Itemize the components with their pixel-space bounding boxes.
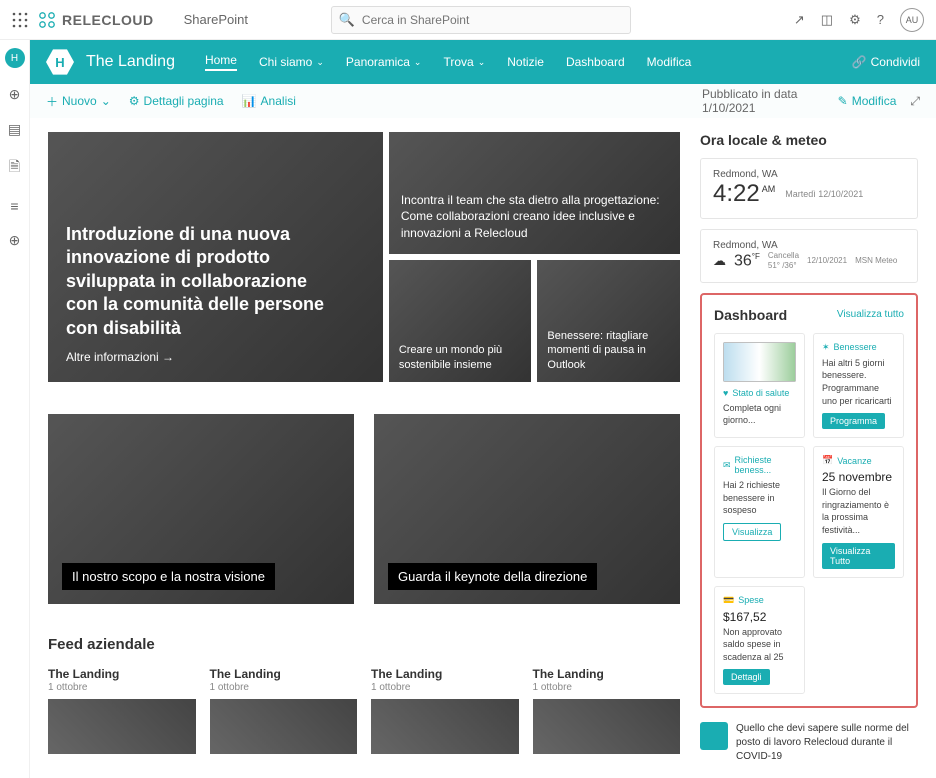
schedule-button[interactable]: Programma bbox=[822, 413, 885, 429]
nav-dashboard[interactable]: Dashboard bbox=[566, 53, 625, 71]
dashboard-widget: Dashboard Visualizza tutto ♥Stato di sal… bbox=[700, 293, 918, 709]
chevron-down-icon: ⌄ bbox=[478, 57, 486, 68]
published-date: Pubblicato in data 1/10/2021 bbox=[702, 87, 824, 115]
rail-globe-icon[interactable]: ⊕ bbox=[9, 86, 21, 103]
mail-icon: ✉ bbox=[723, 460, 731, 471]
time-card: Redmond, WA 4:22AM Martedì 12/10/2021 bbox=[700, 158, 918, 219]
settings-icon[interactable]: ⚙ bbox=[849, 12, 861, 28]
hero-main-title: Introduzione di una nuova innovazione di… bbox=[66, 223, 335, 340]
brand-logo: RELECLOUD bbox=[38, 11, 154, 29]
dash-card-health[interactable]: ♥Stato di salute Completa ogni giorno... bbox=[714, 333, 805, 438]
hero-wide-card[interactable]: Incontra il team che sta dietro alla pro… bbox=[389, 132, 680, 254]
feed-card[interactable]: The Landing1 ottobre bbox=[48, 667, 196, 754]
chevron-down-icon: ⌄ bbox=[316, 57, 324, 68]
info-illustration-icon bbox=[700, 722, 728, 750]
rail-add-icon[interactable]: ⊕ bbox=[9, 232, 21, 249]
weather-card: Redmond, WA ☁ 36°F Cancella 51° /36° 12/… bbox=[700, 229, 918, 283]
app-launcher-icon[interactable] bbox=[12, 12, 28, 28]
credit-card-icon: 💳 bbox=[723, 595, 734, 606]
app-name: SharePoint bbox=[184, 12, 248, 27]
dash-card-vacation[interactable]: 📅Vacanze 25 novembre Il Giorno del ringr… bbox=[813, 446, 904, 577]
nav-home[interactable]: Home bbox=[205, 53, 237, 71]
dash-card-requests[interactable]: ✉Richieste beness... Hai 2 richieste ben… bbox=[714, 446, 805, 577]
hero-small-card-2[interactable]: Benessere: ritagliare momenti di pausa i… bbox=[537, 260, 680, 382]
feature-card-vision[interactable]: Il nostro scopo e la nostra visione bbox=[48, 414, 354, 604]
heart-icon: ♥ bbox=[723, 388, 728, 398]
view-all-button[interactable]: Visualizza Tutto bbox=[822, 543, 895, 569]
rail-file-icon[interactable]: 🗎 bbox=[9, 156, 20, 180]
view-button[interactable]: Visualizza bbox=[723, 523, 781, 541]
nav-overview[interactable]: Panoramica⌄ bbox=[346, 53, 422, 71]
share-button[interactable]: 🔗 Condividi bbox=[852, 55, 920, 69]
feed-card[interactable]: The Landing1 ottobre bbox=[210, 667, 358, 754]
hero-small-card-1[interactable]: Creare un mondo più sostenibile insieme bbox=[389, 260, 532, 382]
cmd-edit[interactable]: ✎ Modifica bbox=[838, 94, 897, 108]
rail-news-icon[interactable]: ▤ bbox=[8, 121, 21, 138]
calendar-icon: 📅 bbox=[822, 455, 833, 466]
search-icon: 🔍 bbox=[339, 12, 355, 28]
dash-card-expenses[interactable]: 💳Spese $167,52 Non approvato saldo spese… bbox=[714, 586, 805, 695]
feature-card-keynote[interactable]: Guarda il keynote della direzione bbox=[374, 414, 680, 604]
cloud-icon: ☁ bbox=[713, 253, 726, 269]
feed-heading: Feed aziendale bbox=[48, 636, 680, 653]
nav-find[interactable]: Trova⌄ bbox=[443, 53, 485, 71]
hero-more-link[interactable]: Altre informazioni → bbox=[66, 350, 365, 364]
megaphone-icon[interactable]: ◫ bbox=[821, 12, 833, 28]
dashboard-title: Dashboard bbox=[714, 307, 787, 323]
feed-card[interactable]: The Landing1 ottobre bbox=[371, 667, 519, 754]
site-title: The Landing bbox=[86, 53, 175, 71]
nav-edit[interactable]: Modifica bbox=[647, 53, 692, 71]
cmd-new[interactable]: ＋ Nuovo ⌄ bbox=[46, 93, 111, 110]
chevron-down-icon: ⌄ bbox=[414, 57, 422, 68]
user-avatar[interactable]: AU bbox=[900, 8, 924, 32]
rail-home-icon[interactable]: H bbox=[5, 48, 25, 68]
nav-about[interactable]: Chi siamo⌄ bbox=[259, 53, 324, 71]
hero-main-card[interactable]: Introduzione di una nuova innovazione di… bbox=[48, 132, 383, 382]
details-button[interactable]: Dettagli bbox=[723, 669, 770, 685]
expand-icon[interactable]: ⤢ bbox=[910, 94, 920, 109]
search-input[interactable] bbox=[331, 6, 631, 34]
cmd-page-details[interactable]: ⚙ Dettagli pagina bbox=[129, 94, 224, 108]
feed-card[interactable]: The Landing1 ottobre bbox=[533, 667, 681, 754]
share-icon[interactable]: ↗ bbox=[794, 12, 805, 28]
dashboard-viewall-link[interactable]: Visualizza tutto bbox=[837, 309, 904, 320]
rail-list-icon[interactable]: ≡ bbox=[10, 198, 18, 214]
covid-banner[interactable]: Quello che devi sapere sulle norme del p… bbox=[700, 722, 918, 764]
help-icon[interactable]: ? bbox=[877, 12, 884, 27]
badge-icon: ✶ bbox=[822, 342, 830, 353]
cmd-analytics[interactable]: 📊 Analisi bbox=[242, 94, 296, 108]
weather-heading: Ora locale & meteo bbox=[700, 132, 918, 148]
dash-card-wellness[interactable]: ✶Benessere Hai altri 5 giorni benessere.… bbox=[813, 333, 904, 438]
nav-news[interactable]: Notizie bbox=[507, 53, 544, 71]
site-logo[interactable]: H bbox=[46, 48, 74, 76]
